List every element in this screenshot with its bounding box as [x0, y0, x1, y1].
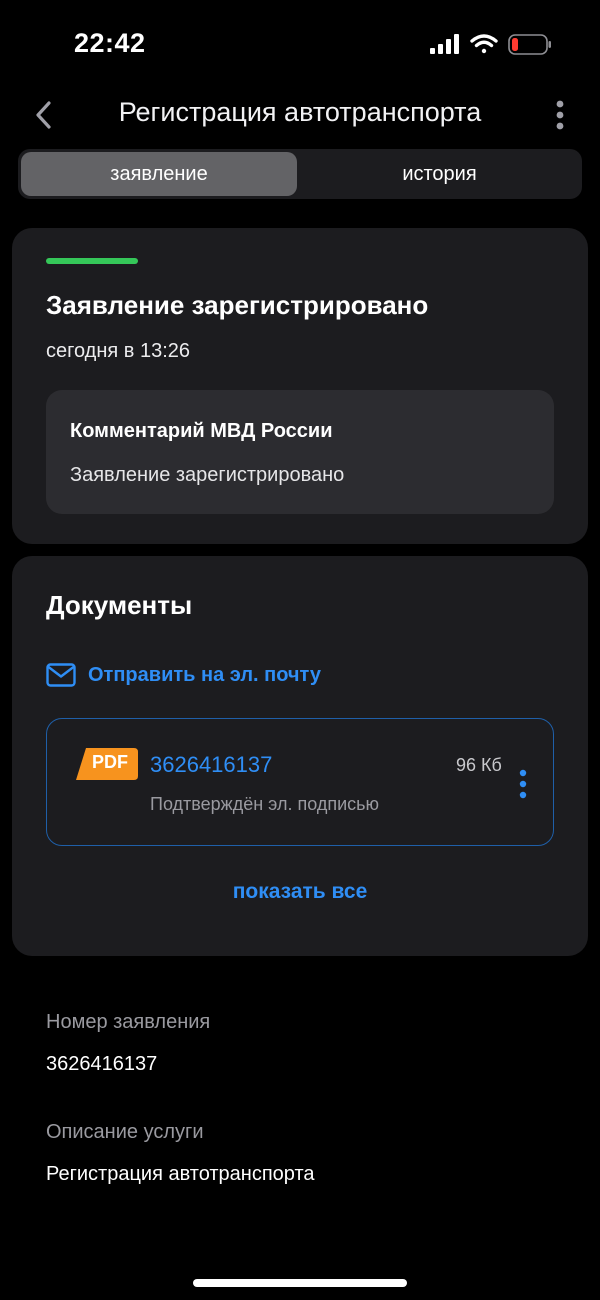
document-size: 96 Кб [456, 755, 502, 775]
send-email-link[interactable]: Отправить на эл. почту [46, 658, 321, 692]
more-vertical-icon [556, 100, 564, 130]
home-indicator[interactable] [193, 1279, 407, 1287]
more-menu-button[interactable] [546, 96, 574, 134]
mail-icon [46, 663, 76, 687]
tab-history[interactable]: история [300, 152, 579, 196]
signal-icon [430, 34, 459, 54]
more-vertical-icon [519, 769, 527, 799]
document-menu-button[interactable] [512, 764, 534, 804]
document-item[interactable] [46, 718, 554, 846]
application-number-value: 3626416137 [46, 1053, 158, 1075]
comment-box [46, 390, 554, 514]
status-time: 22:42 [74, 28, 146, 58]
service-description-value: Регистрация автотранспорта [46, 1163, 315, 1185]
document-name[interactable]: 3626416137 [150, 752, 272, 778]
wifi-icon [470, 34, 498, 54]
status-icons [430, 34, 551, 55]
tab-bar: заявление история [18, 149, 582, 199]
status-indicator [46, 258, 138, 264]
pdf-badge-label: PDF [92, 752, 128, 772]
page-title: Регистрация автотранспорта [118, 97, 482, 127]
status-timestamp: сегодня в 13:26 [46, 340, 190, 362]
comment-text: Заявление зарегистрировано [70, 464, 345, 486]
application-number-label: Номер заявления [46, 1011, 211, 1033]
comment-title: Комментарий МВД России [70, 420, 333, 442]
battery-icon [508, 34, 551, 55]
service-description-label: Описание услуги [46, 1121, 204, 1143]
send-email-label: Отправить на эл. почту [88, 663, 321, 686]
document-signature-status: Подтверждён эл. подписью [150, 794, 380, 814]
documents-title: Документы [46, 590, 193, 620]
tab-application[interactable]: заявление [21, 152, 297, 196]
show-all-button[interactable]: показать все [0, 880, 600, 904]
status-title: Заявление зарегистрировано [46, 290, 429, 320]
